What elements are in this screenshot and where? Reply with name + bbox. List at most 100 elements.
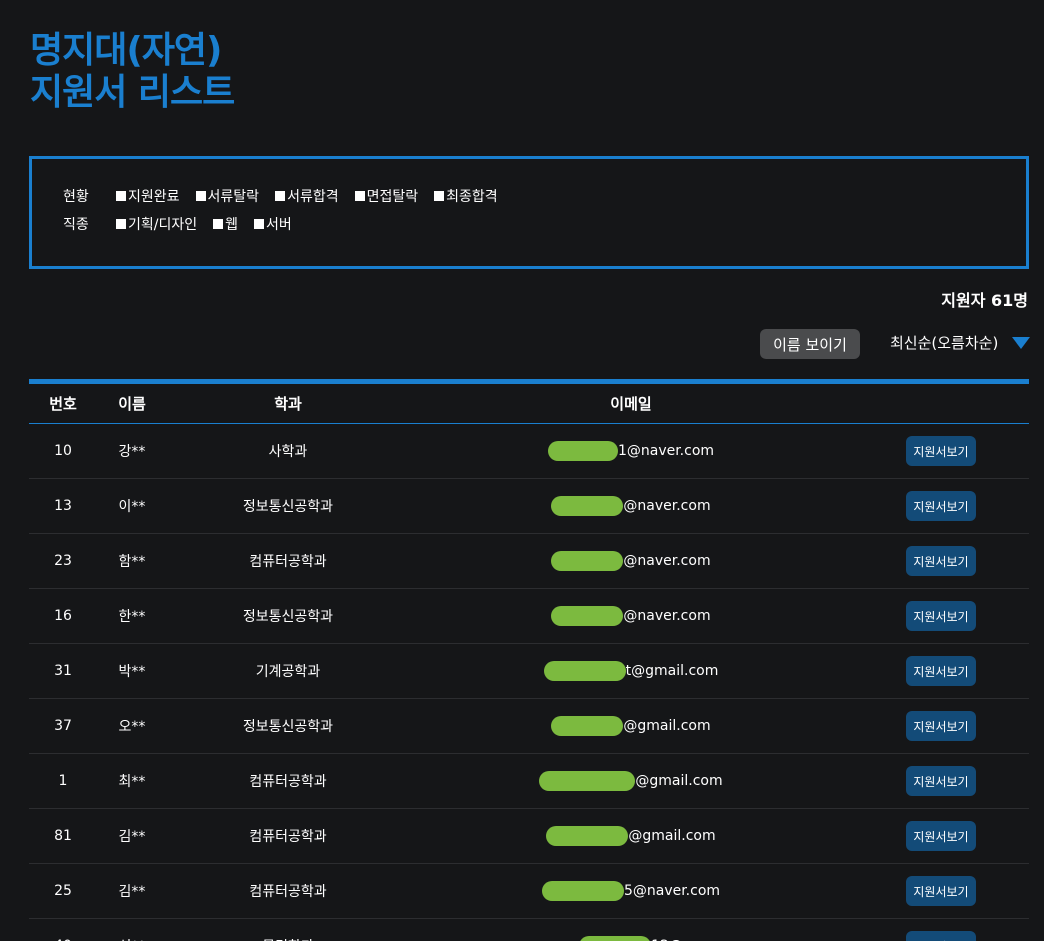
row-no: 1: [58, 773, 68, 789]
email-text-wrap: @gmail.com: [551, 716, 711, 736]
email-text: @gmail.com: [623, 718, 711, 734]
view-application-button[interactable]: 지원서보기: [906, 711, 976, 741]
email-text: @gmail.com: [635, 773, 723, 789]
table-row: 40신**물리학과12@ 지원서보기: [29, 919, 1029, 941]
redaction-mask: [551, 716, 624, 736]
redaction-mask: [546, 826, 629, 846]
status-option-doc-passed[interactable]: 서류합격: [275, 186, 339, 206]
redaction-mask: [543, 661, 626, 681]
sort-dropdown[interactable]: 최신순(오름차순): [890, 332, 1031, 353]
row-no: 31: [54, 663, 72, 679]
status-option-applied[interactable]: 지원완료: [116, 186, 180, 206]
table-header: 번호 이름 학과 이메일: [29, 384, 1029, 424]
row-dept: 컴퓨터공학과: [249, 884, 327, 900]
row-email: @gmail.com: [409, 754, 853, 808]
checkbox[interactable]: [195, 191, 206, 201]
redaction-mask: [539, 771, 636, 791]
row-dept: 컴퓨터공학과: [249, 774, 327, 790]
row-email: t@gmail.com: [409, 644, 853, 698]
row-action: 지원서보기: [853, 534, 1029, 588]
email-text-wrap: @gmail.com: [546, 826, 716, 846]
row-no: 23: [54, 553, 72, 569]
table-row: 10 강** 사학과 1@naver.com 지원서보기: [29, 424, 1029, 479]
table-body: 10 강** 사학과 1@naver.com 지원서보기 13 이** 정보통신공학과 @nav…: [29, 424, 1029, 941]
redaction-mask: [541, 881, 624, 901]
row-email: 12@: [409, 919, 853, 941]
redaction-mask: [579, 936, 652, 941]
header-dept: 학과: [274, 395, 302, 413]
view-application-button[interactable]: 지원서보기: [906, 601, 976, 631]
header-no: 번호: [49, 395, 77, 413]
view-application-button[interactable]: 지원서보기: [906, 876, 976, 906]
header-email: 이메일: [610, 395, 652, 413]
row-action: 지원서보기: [853, 644, 1029, 698]
row-name: 김**: [118, 829, 146, 845]
email-text-wrap: @gmail.com: [539, 771, 723, 791]
row-action: 지원서보기: [853, 699, 1029, 753]
table-row: 81 김** 컴퓨터공학과 @gmail.com 지원서보기: [29, 809, 1029, 864]
applicant-count: 지원자 61명: [941, 291, 1028, 310]
row-email: @naver.com: [409, 589, 853, 643]
checkbox[interactable]: [275, 191, 286, 201]
row-action: 지원서보기: [853, 424, 1029, 478]
status-option-final-passed[interactable]: 최종합격: [434, 186, 498, 206]
checkbox[interactable]: [116, 191, 126, 201]
email-text-wrap: @naver.com: [551, 551, 711, 571]
applicant-table: 번호 이름 학과 이메일 10 강** 사학과 1@naver.com 지원서보기 13 이…: [29, 379, 1029, 941]
row-action: 지원서보기: [853, 479, 1029, 533]
email-text-wrap: t@gmail.com: [543, 661, 718, 681]
email-text-wrap: 1@naver.com: [547, 441, 714, 461]
view-application-button[interactable]: 지원서보기: [906, 656, 976, 686]
status-filter-row: 현황 지원완료 서류탈락 서류합격 면접탈락 최종합격: [63, 186, 514, 206]
status-filter-label: 현황: [63, 189, 89, 205]
email-text: @naver.com: [623, 498, 711, 514]
table-row: 1 최** 컴퓨터공학과 @gmail.com 지원서보기: [29, 754, 1029, 809]
row-action: 지원서보기: [853, 919, 1029, 941]
table-row: 37 오** 정보통신공학과 @gmail.com 지원서보기: [29, 699, 1029, 754]
view-application-button[interactable]: 지원서보기: [906, 821, 976, 851]
row-name: 오**: [118, 719, 146, 735]
checkbox[interactable]: [354, 191, 365, 201]
view-application-button[interactable]: 지원서보기: [906, 491, 976, 521]
view-application-button[interactable]: 지원서보기: [906, 931, 976, 941]
table-row: 16 한** 정보통신공학과 @naver.com 지원서보기: [29, 589, 1029, 644]
row-name: 한**: [118, 609, 146, 625]
table-row: 25 김** 컴퓨터공학과 5@naver.com 지원서보기: [29, 864, 1029, 919]
redaction-mask: [551, 606, 624, 626]
job-option-web[interactable]: 웹: [213, 214, 238, 234]
filter-panel: 현황 지원완료 서류탈락 서류합격 면접탈락 최종합격 직종 기획/디자인 웹 …: [29, 156, 1029, 269]
job-filter-label: 직종: [63, 217, 89, 233]
checkbox[interactable]: [434, 191, 445, 201]
show-name-button[interactable]: 이름 보이기: [760, 329, 860, 359]
row-name: 함**: [118, 554, 146, 570]
view-application-button[interactable]: 지원서보기: [906, 436, 976, 466]
row-no: 37: [54, 718, 72, 734]
checkbox[interactable]: [254, 219, 265, 229]
page-title-line2: 지원서 리스트: [30, 72, 235, 113]
header-name: 이름: [118, 395, 146, 413]
job-option-server[interactable]: 서버: [254, 214, 292, 234]
checkbox[interactable]: [213, 219, 224, 229]
table-row: 31 박** 기계공학과 t@gmail.com 지원서보기: [29, 644, 1029, 699]
row-no: 13: [54, 498, 72, 514]
row-action: 지원서보기: [853, 589, 1029, 643]
redaction-mask: [551, 551, 624, 571]
row-name: 최**: [118, 774, 146, 790]
redaction-mask: [547, 441, 618, 461]
email-text-wrap: @naver.com: [551, 496, 711, 516]
job-option-planning-design[interactable]: 기획/디자인: [116, 214, 197, 234]
triangle-down-icon[interactable]: [1012, 336, 1031, 349]
row-no: 16: [54, 608, 72, 624]
row-no: 10: [54, 443, 72, 459]
row-email: @gmail.com: [409, 699, 853, 753]
row-no: 25: [54, 883, 72, 899]
row-action: 지원서보기: [853, 754, 1029, 808]
email-text-wrap: 5@naver.com: [541, 881, 720, 901]
view-application-button[interactable]: 지원서보기: [906, 546, 976, 576]
view-application-button[interactable]: 지원서보기: [906, 766, 976, 796]
checkbox[interactable]: [116, 219, 126, 229]
status-option-doc-rejected[interactable]: 서류탈락: [195, 186, 259, 206]
row-name: 박**: [118, 664, 146, 680]
status-option-interview-rejected[interactable]: 면접탈락: [354, 186, 418, 206]
sort-label: 최신순(오름차순): [890, 334, 999, 352]
